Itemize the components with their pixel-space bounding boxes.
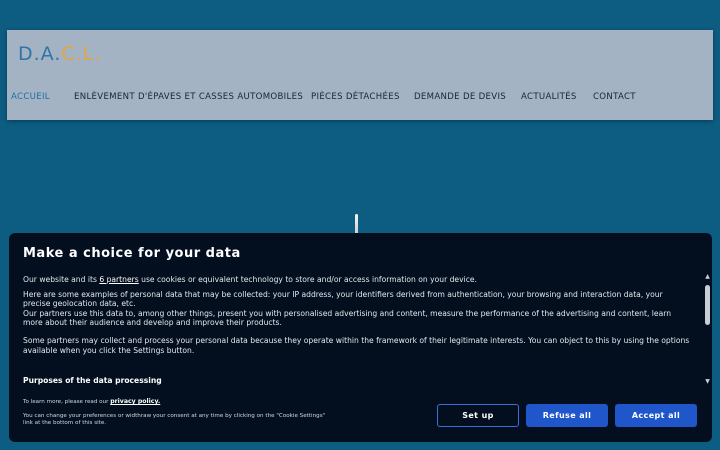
change-preferences-text: You can change your preferences or width…	[23, 413, 326, 426]
setup-button[interactable]: Set up	[437, 404, 519, 427]
learn-more-label: To learn more, please read our	[23, 399, 111, 405]
consent-title: Make a choice for your data	[23, 246, 241, 261]
learn-more-text: To learn more, please read our privacy p…	[23, 398, 323, 406]
consent-legitimate-interest: Some partners may collect and process yo…	[23, 335, 690, 355]
scrollbar-thumb[interactable]	[705, 285, 710, 325]
purposes-title[interactable]: Purposes of the data processing	[23, 376, 162, 385]
site-header: D.A.C.L.	[7, 30, 713, 120]
nav-item-demande-devis[interactable]: DEMANDE DE DEVIS	[414, 92, 506, 102]
consent-intro-before: Our website and its	[23, 275, 100, 284]
consent-examples: Here are some examples of personal data …	[23, 289, 663, 309]
partners-link[interactable]: 6 partners	[99, 275, 138, 284]
logo-accent-text: C.L.	[61, 43, 102, 65]
nav-item-enlevement-epaves[interactable]: ENLÈVEMENT D'ÉPAVES ET CASSES AUTOMOBILE…	[74, 92, 303, 102]
consent-scrollbar[interactable]: ▲ ▼	[704, 273, 711, 385]
privacy-policy-link[interactable]: privacy policy.	[110, 398, 160, 405]
cookie-consent-dialog: Make a choice for your data Our website …	[9, 233, 712, 442]
consent-intro-after: use cookies or equivalent technology to …	[138, 275, 477, 284]
nav-item-contact[interactable]: CONTACT	[593, 92, 636, 102]
accept-all-button[interactable]: Accept all	[615, 404, 697, 427]
nav-item-pieces-detachees[interactable]: PIÈCES DÉTACHÉES	[311, 92, 400, 102]
nav-item-accueil[interactable]: ACCUEIL	[11, 92, 50, 102]
consent-partners-use: Our partners use this data to, among oth…	[23, 308, 672, 328]
logo-text: D.A.	[18, 43, 62, 65]
site-logo[interactable]: D.A.C.L.	[18, 43, 101, 65]
consent-intro: Our website and its 6 partners use cooki…	[23, 275, 691, 285]
refuse-all-button[interactable]: Refuse all	[526, 404, 608, 427]
chevron-up-icon[interactable]: ▲	[704, 273, 711, 280]
nav-item-actualites[interactable]: ACTUALITÉS	[521, 92, 577, 102]
consent-body: Our website and its 6 partners use cooki…	[23, 275, 691, 360]
chevron-down-icon[interactable]: ▼	[704, 378, 711, 385]
